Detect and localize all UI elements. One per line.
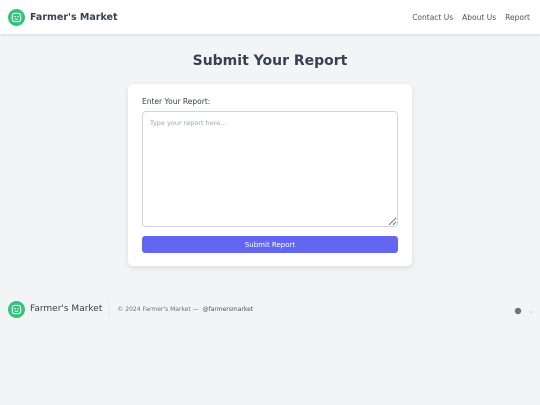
report-card: Enter Your Report: Submit Report [128, 84, 412, 266]
social-round-icon[interactable] [514, 300, 522, 319]
nav-report[interactable]: Report [505, 13, 530, 22]
brand-link[interactable]: Farmer's Market [8, 8, 118, 26]
site-header: Farmer's Market Contact Us About Us Repo… [0, 0, 540, 34]
footer-copyright: © 2024 Farmer's Market — [117, 305, 199, 313]
main-nav: Contact Us About Us Report [412, 13, 530, 22]
report-textarea[interactable] [142, 111, 398, 227]
submit-report-button[interactable]: Submit Report [142, 236, 398, 253]
footer-handle-link[interactable]: @farmersmarket [203, 306, 254, 313]
footer-social-icons [514, 300, 534, 319]
footer-brand[interactable]: Farmer's Market [8, 300, 103, 318]
page-title: Submit Your Report [192, 53, 348, 69]
footer-divider [109, 301, 111, 317]
nav-about-us[interactable]: About Us [462, 13, 496, 22]
report-field-label: Enter Your Report: [142, 97, 211, 106]
smiley-face-icon [8, 300, 25, 318]
brand-name: Farmer's Market [30, 11, 118, 23]
nav-contact-us[interactable]: Contact Us [412, 13, 453, 22]
footer-brand-name: Farmer's Market [30, 304, 103, 314]
site-footer: Farmer's Market © 2024 Farmer's Market —… [8, 299, 534, 319]
smiley-face-icon [8, 8, 25, 26]
social-small-icon[interactable] [528, 300, 534, 319]
